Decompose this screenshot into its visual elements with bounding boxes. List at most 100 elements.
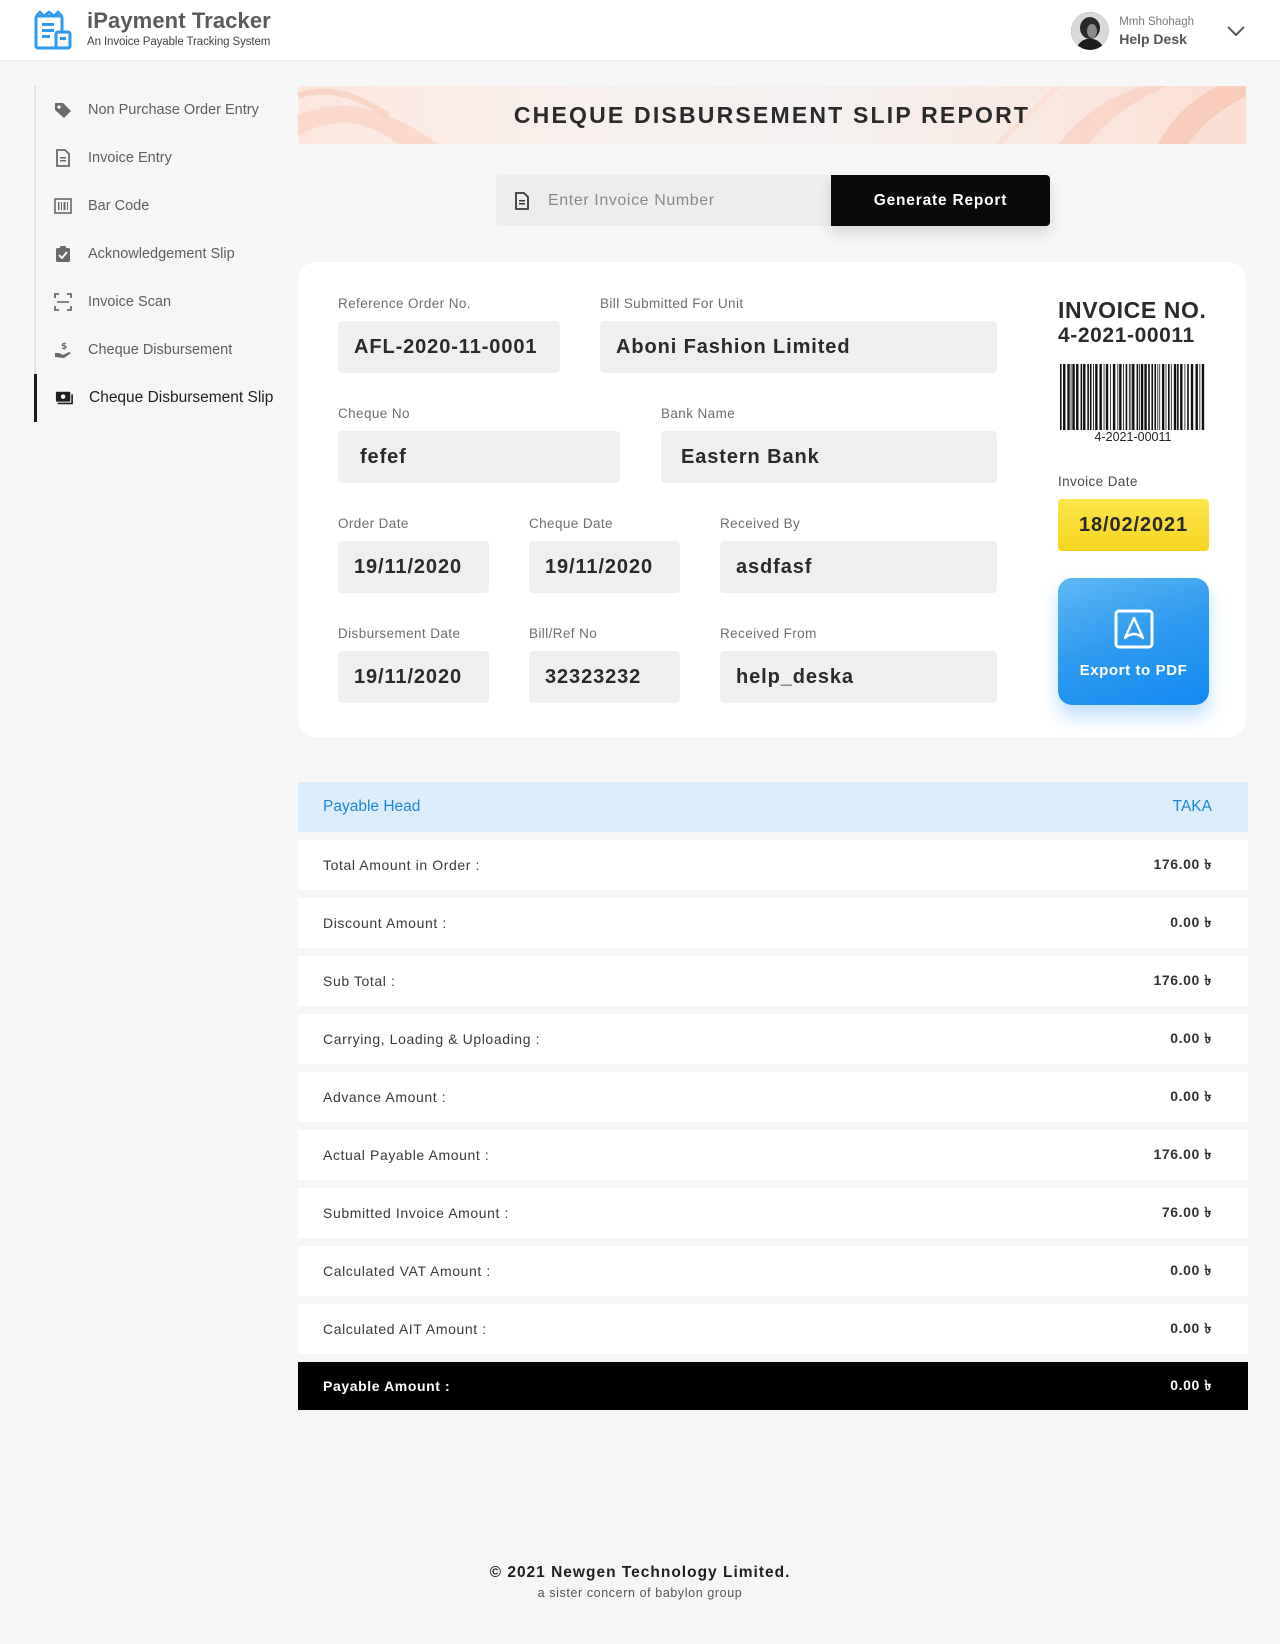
barcode-icon	[54, 197, 72, 215]
sidebar-item-bar-code[interactable]: Bar Code	[34, 182, 284, 230]
sidebar-item-acknowledgement-slip[interactable]: Acknowledgement Slip	[34, 230, 284, 278]
row-label: Total Amount in Order :	[323, 857, 480, 873]
sidebar-item-cheque-disbursement-slip[interactable]: Cheque Disbursement Slip	[34, 374, 284, 422]
field-value: AFL-2020-11-0001	[338, 321, 560, 373]
row-amount: 0.00 ৳	[1170, 1320, 1212, 1336]
row-amount: 0.00 ৳	[1170, 1088, 1212, 1104]
field-label: Cheque Date	[529, 516, 613, 531]
row-amount: 76.00 ৳	[1161, 1204, 1212, 1220]
row-label: Calculated AIT Amount :	[323, 1321, 487, 1337]
cheque-no-field: Cheque No fefef	[338, 406, 620, 483]
document-icon	[54, 149, 72, 167]
currency-header: TAKA	[1172, 798, 1212, 815]
field-value: 19/11/2020	[338, 541, 489, 593]
slip-details-card: Reference Order No. AFL-2020-11-0001 Bil…	[298, 262, 1246, 737]
barcode-image	[1060, 364, 1205, 430]
sidebar-item-label: Non Purchase Order Entry	[88, 102, 259, 118]
field-label: Received From	[720, 626, 817, 641]
footer: © 2021 Newgen Technology Limited. a sist…	[0, 1564, 1280, 1600]
total-label: Payable Amount :	[323, 1378, 451, 1394]
svg-text:$: $	[61, 342, 67, 352]
top-bar: iPayment Tracker An Invoice Payable Trac…	[0, 0, 1280, 60]
export-pdf-label: Export to PDF	[1079, 662, 1188, 679]
brand: iPayment Tracker An Invoice Payable Trac…	[87, 8, 271, 48]
bill-ref-field: Bill/Ref No 32323232	[529, 626, 680, 703]
copyright-text: © 2021 Newgen Technology Limited.	[489, 1564, 791, 1581]
invoice-date-label: Invoice Date	[1058, 474, 1138, 489]
row-label: Actual Payable Amount :	[323, 1147, 490, 1163]
avatar[interactable]	[1071, 12, 1110, 50]
sidebar-item-label: Invoice Scan	[88, 294, 172, 310]
sidebar-item-cheque-disbursement[interactable]: $ Cheque Disbursement	[34, 326, 284, 374]
sidebar-item-label: Acknowledgement Slip	[88, 246, 235, 262]
row-label: Calculated VAT Amount :	[323, 1263, 491, 1279]
row-amount: 0.00 ৳	[1170, 1030, 1212, 1046]
export-pdf-button[interactable]: Export to PDF	[1058, 578, 1209, 705]
table-row: Calculated VAT Amount : 0.00 ৳	[298, 1246, 1248, 1296]
sidebar-item-invoice-scan[interactable]: Invoice Scan	[34, 278, 284, 326]
scan-icon	[54, 293, 72, 311]
app-logo-icon[interactable]	[32, 10, 74, 52]
field-label: Received By	[720, 516, 801, 531]
reference-order-field: Reference Order No. AFL-2020-11-0001	[338, 296, 560, 373]
table-row: Discount Amount : 0.00 ৳	[298, 898, 1248, 948]
table-row: Submitted Invoice Amount : 76.00 ৳	[298, 1188, 1248, 1238]
page-title: CHEQUE DISBURSEMENT SLIP REPORT	[513, 102, 1031, 128]
field-label: Bank Name	[661, 406, 736, 421]
app-title: iPayment Tracker	[87, 8, 271, 33]
payable-total-row: Payable Amount : 0.00 ৳	[298, 1362, 1248, 1410]
bill-unit-field: Bill Submitted For Unit Aboni Fashion Li…	[600, 296, 997, 373]
field-label: Bill Submitted For Unit	[600, 296, 744, 311]
payable-table: Payable Head TAKA Total Amount in Order …	[298, 782, 1248, 1410]
table-row: Advance Amount : 0.00 ৳	[298, 1072, 1248, 1122]
row-amount: 0.00 ৳	[1170, 914, 1212, 930]
row-label: Advance Amount :	[323, 1089, 447, 1105]
disbursement-date-field: Disbursement Date 19/11/2020	[338, 626, 489, 703]
table-row: Sub Total : 176.00 ৳	[298, 956, 1248, 1006]
received-by-field: Received By asdfasf	[720, 516, 997, 593]
sidebar-item-invoice-entry[interactable]: Invoice Entry	[34, 134, 284, 182]
clipboard-check-icon	[54, 245, 72, 263]
invoice-date-badge: 18/02/2021	[1058, 499, 1209, 551]
page-title-banner: CHEQUE DISBURSEMENT SLIP REPORT	[298, 86, 1246, 144]
invoice-search-field[interactable]	[496, 175, 832, 226]
field-value: Eastern Bank	[661, 431, 997, 483]
sidebar-item-label: Invoice Entry	[88, 150, 172, 166]
row-amount: 0.00 ৳	[1170, 1262, 1212, 1278]
invoice-number-input[interactable]	[548, 191, 818, 210]
sidebar-item-non-purchase-order-entry[interactable]: Non Purchase Order Entry	[34, 86, 284, 134]
table-row: Calculated AIT Amount : 0.00 ৳	[298, 1304, 1248, 1354]
field-label: Bill/Ref No	[529, 626, 598, 641]
row-amount: 176.00 ৳	[1153, 856, 1212, 872]
app-subtitle: An Invoice Payable Tracking System	[87, 36, 271, 48]
field-label: Disbursement Date	[338, 626, 461, 641]
row-label: Sub Total :	[323, 973, 396, 989]
row-amount: 176.00 ৳	[1153, 972, 1212, 988]
user-name: Mmh Shohagh	[1119, 15, 1194, 28]
field-value: help_deska	[720, 651, 997, 703]
user-menu[interactable]: Mmh Shohagh Help Desk	[1071, 11, 1246, 51]
payable-head-header: Payable Head	[323, 798, 421, 815]
received-from-field: Received From help_deska	[720, 626, 997, 703]
document-icon	[515, 191, 529, 210]
field-label: Order Date	[338, 516, 409, 531]
invoice-number: 4-2021-00011	[1058, 324, 1195, 347]
generate-report-button[interactable]: Generate Report	[831, 175, 1050, 226]
field-value: 19/11/2020	[529, 541, 680, 593]
field-value: 32323232	[529, 651, 680, 703]
tag-icon	[54, 101, 72, 119]
field-label: Reference Order No.	[338, 296, 471, 311]
table-header: Payable Head TAKA	[298, 782, 1248, 832]
sidebar-item-label: Cheque Disbursement Slip	[89, 389, 274, 406]
field-value: 19/11/2020	[338, 651, 489, 703]
total-amount: 0.00 ৳	[1170, 1377, 1212, 1393]
field-label: Cheque No	[338, 406, 410, 421]
user-role: Help Desk	[1119, 30, 1187, 47]
field-value: Aboni Fashion Limited	[600, 321, 997, 373]
order-date-field: Order Date 19/11/2020	[338, 516, 489, 593]
chevron-down-icon[interactable]	[1226, 25, 1246, 37]
cheque-date-field: Cheque Date 19/11/2020	[529, 516, 680, 593]
row-label: Discount Amount :	[323, 915, 447, 931]
table-row: Actual Payable Amount : 176.00 ৳	[298, 1130, 1248, 1180]
table-row: Total Amount in Order : 176.00 ৳	[298, 840, 1248, 890]
